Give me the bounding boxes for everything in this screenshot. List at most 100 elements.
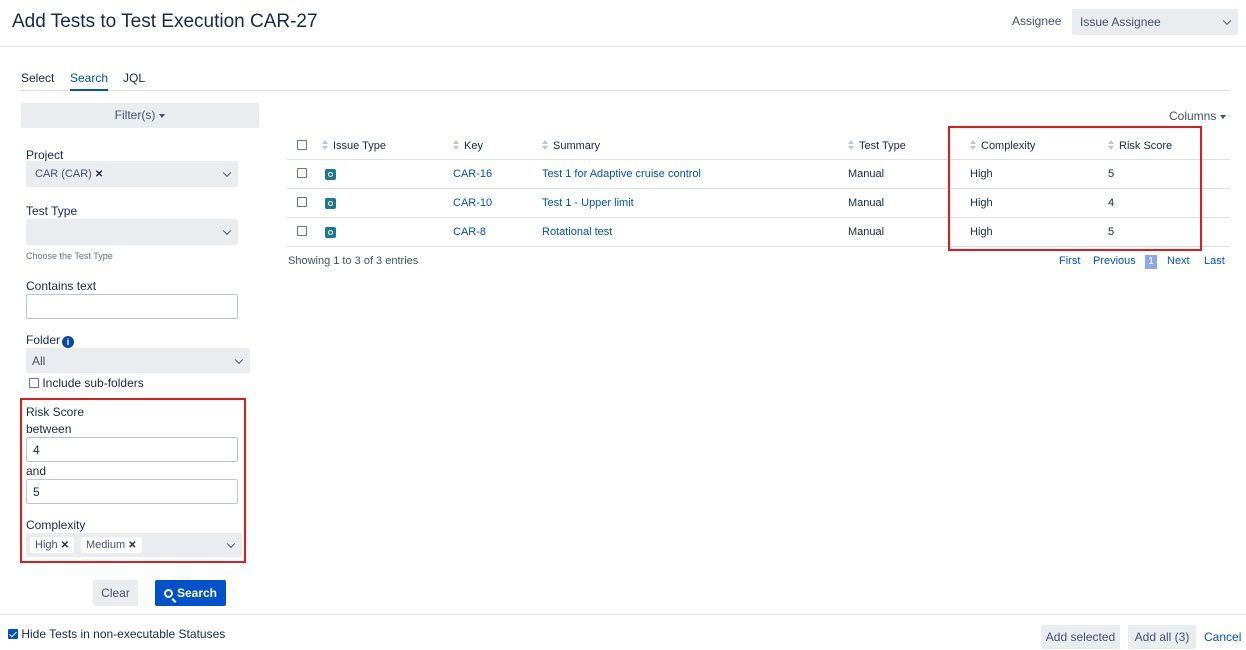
folder-label-wrap: Folder i [26, 333, 75, 348]
caret-down-icon [1220, 114, 1227, 119]
hide-tests-label: Hide Tests in non-executable Statuses [21, 627, 226, 641]
row-checkbox-cell[interactable] [297, 225, 307, 239]
row-checkbox-cell[interactable] [297, 167, 307, 181]
folder-value: All [32, 354, 46, 368]
contains-text-label: Contains text [26, 279, 97, 293]
clear-button[interactable]: Clear [93, 580, 138, 606]
add-all-button[interactable]: Add all (3) [1128, 625, 1196, 649]
remove-chip-icon[interactable]: ✕ [95, 169, 103, 180]
summary-link[interactable]: Rotational test [542, 225, 612, 239]
risk-score-max-input[interactable] [26, 479, 238, 504]
issue-key-link[interactable]: CAR-8 [453, 225, 486, 239]
test-issue-type-icon [325, 198, 336, 209]
complexity-chip-high: High ✕ [30, 537, 75, 553]
summary-link[interactable]: Test 1 - Upper limit [542, 196, 634, 210]
include-subfolders-row[interactable]: Include sub-folders [29, 376, 144, 390]
assignee-value: Issue Assignee [1080, 15, 1161, 29]
search-button-label: Search [176, 586, 218, 600]
sort-icon [322, 140, 328, 150]
cancel-link[interactable]: Cancel [1204, 630, 1241, 644]
test-type-label: Test Type [26, 204, 78, 218]
chevron-down-icon [222, 226, 232, 236]
complexity-chip-label: Medium [86, 539, 126, 551]
hide-tests-checkbox[interactable] [8, 629, 18, 639]
chevron-down-icon [1222, 16, 1232, 26]
tab-select[interactable]: Select [21, 71, 54, 89]
folder-label: Folder [26, 333, 61, 347]
sort-icon [453, 140, 459, 150]
add-selected-button[interactable]: Add selected [1041, 625, 1120, 649]
test-type-hint: Choose the Test Type [26, 251, 113, 261]
test-issue-type-icon [325, 227, 336, 238]
chevron-down-icon [222, 168, 232, 178]
issue-key-link[interactable]: CAR-10 [453, 196, 492, 210]
complexity-chip-label: High [35, 539, 58, 551]
contains-text-input[interactable] [26, 294, 238, 319]
filters-label: Filter(s) [114, 108, 156, 122]
header-label: Key [464, 140, 483, 152]
include-subfolders-label: Include sub-folders [42, 376, 144, 390]
dialog-header: Add Tests to Test Execution CAR-27 Assig… [0, 0, 1246, 47]
pager-current-page[interactable]: 1 [1145, 255, 1157, 269]
remove-chip-icon[interactable]: ✕ [128, 540, 136, 551]
project-chip-label: CAR (CAR) [35, 168, 92, 180]
complexity-label: Complexity [26, 518, 86, 532]
chevron-down-icon [234, 355, 244, 364]
tab-bar: Select Search JQL [21, 71, 1230, 91]
summary-link[interactable]: Test 1 for Adaptive cruise control [542, 167, 701, 181]
pager-previous[interactable]: Previous [1093, 255, 1136, 267]
assignee-select[interactable]: Issue Assignee [1072, 9, 1238, 35]
columns-button[interactable]: Columns [1169, 109, 1227, 123]
hide-tests-row[interactable]: Hide Tests in non-executable Statuses [8, 627, 225, 641]
header-key[interactable]: Key [453, 133, 483, 159]
header-label: Test Type [859, 140, 906, 152]
assignee-label: Assignee [1012, 14, 1062, 28]
folder-select[interactable]: All [26, 348, 250, 373]
test-type-cell: Manual [848, 168, 885, 180]
row-checkbox[interactable] [297, 226, 307, 236]
header-label: Issue Type [333, 140, 386, 152]
header-summary[interactable]: Summary [542, 133, 600, 159]
row-checkbox[interactable] [297, 168, 307, 178]
project-select[interactable]: CAR (CAR) ✕ [26, 161, 238, 187]
row-checkbox-cell[interactable] [297, 196, 307, 210]
test-type-cell: Manual [848, 197, 885, 209]
row-checkbox[interactable] [297, 197, 307, 207]
select-all-checkbox[interactable] [297, 140, 307, 150]
risk-score-label: Risk Score [26, 405, 85, 419]
header-issue-type[interactable]: Issue Type [322, 133, 386, 159]
complexity-chip-medium: Medium ✕ [81, 537, 142, 553]
tab-jql[interactable]: JQL [123, 71, 145, 89]
columns-highlight [948, 126, 1202, 251]
sort-icon [542, 140, 548, 150]
sort-icon [848, 140, 854, 150]
risk-score-min-input[interactable] [26, 437, 238, 462]
info-icon[interactable]: i [62, 336, 75, 348]
pager-last[interactable]: Last [1204, 255, 1225, 267]
filters-dropdown-button[interactable]: Filter(s) [21, 103, 259, 128]
dialog-footer: Hide Tests in non-executable Statuses Ad… [0, 614, 1246, 650]
pager-next[interactable]: Next [1167, 255, 1190, 267]
test-type-cell: Manual [848, 226, 885, 238]
header-label: Summary [553, 140, 601, 152]
and-label: and [26, 464, 47, 478]
test-type-select[interactable] [26, 219, 238, 245]
select-all-checkbox-cell[interactable] [297, 133, 307, 159]
between-label: between [26, 422, 72, 436]
complexity-select[interactable]: High ✕ Medium ✕ [26, 533, 242, 557]
chevron-down-icon [226, 539, 236, 549]
issue-key-link[interactable]: CAR-16 [453, 167, 492, 181]
entries-info: Showing 1 to 3 of 3 entries [288, 255, 419, 267]
project-chip: CAR (CAR) ✕ [30, 166, 108, 182]
caret-down-icon [159, 113, 166, 118]
search-button[interactable]: Search [155, 580, 226, 606]
remove-chip-icon[interactable]: ✕ [61, 540, 69, 551]
header-test-type[interactable]: Test Type [848, 133, 906, 159]
search-icon [163, 589, 173, 598]
pager-first[interactable]: First [1059, 255, 1080, 267]
include-subfolders-checkbox[interactable] [29, 378, 39, 388]
project-label: Project [26, 148, 64, 162]
dialog-title: Add Tests to Test Execution CAR-27 [12, 11, 318, 32]
columns-label: Columns [1169, 109, 1217, 123]
tab-search[interactable]: Search [70, 71, 109, 91]
